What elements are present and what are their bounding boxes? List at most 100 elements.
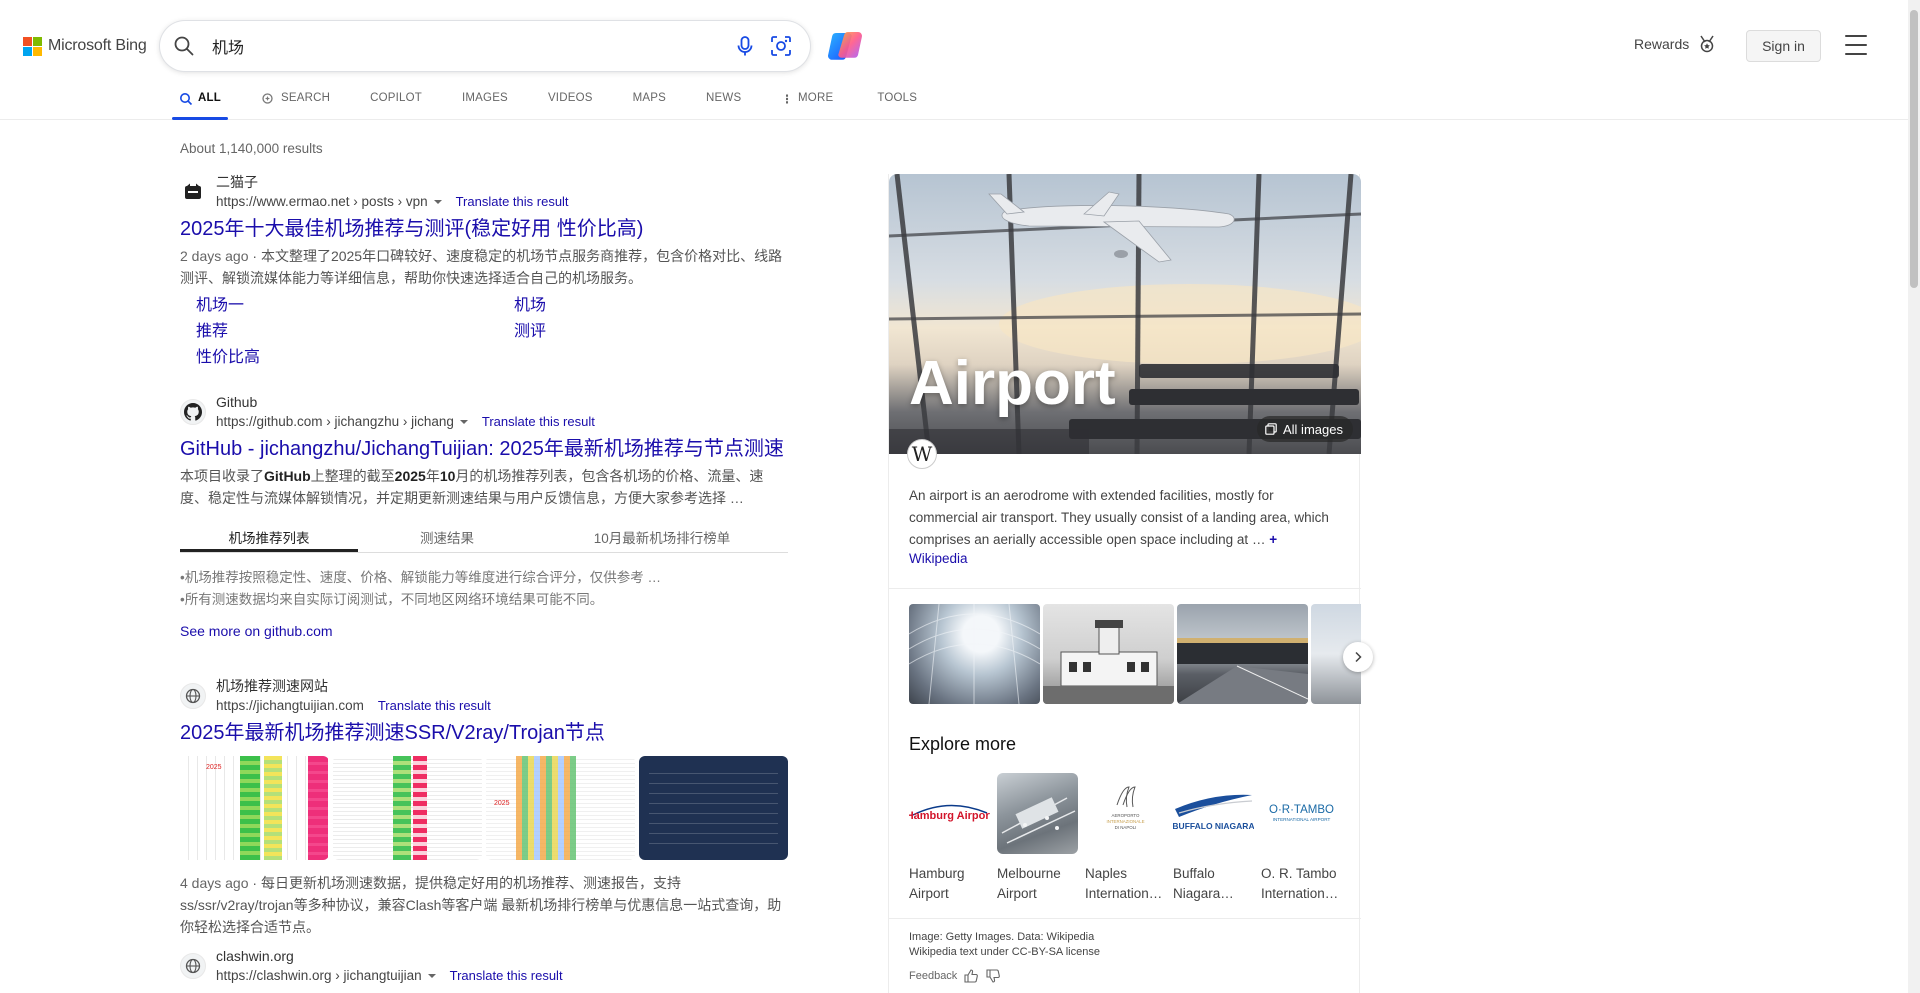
microsoft-logo-icon [23,36,42,56]
site-url[interactable]: https://www.ermao.net › posts › vpn [216,192,428,211]
url-options-caret-icon[interactable] [433,199,442,204]
site-name: 二猫子 [216,174,258,190]
feedback-label[interactable]: Feedback [909,970,957,982]
table-screenshot-thumbnail[interactable] [333,756,482,860]
deep-tab[interactable]: 10月最新机场排行榜单 [536,519,788,552]
deep-tab[interactable]: 机场推荐列表 [180,519,358,552]
all-images-button[interactable]: All images [1257,416,1353,442]
copilot-icon[interactable] [826,27,864,65]
description-text: An airport is an aerodrome with extended… [909,488,1329,547]
result-image-strip: 2025 2025 [180,756,788,860]
tab-tools[interactable]: TOOLS [870,86,924,120]
related-or-tambo[interactable]: O·R·TAMBO INTERNATIONAL AIRPORT O. R. Tam… [1261,773,1342,904]
gallery-image-terminal-interior[interactable] [909,604,1040,704]
microphone-icon[interactable] [732,33,758,59]
see-more-link[interactable]: See more on github.com [180,623,788,639]
search-vertical-tabs: ALL SEARCH COPILOT IMAGES VIDEOS MAPS NE… [172,86,950,120]
result-title-link[interactable]: GitHub - jichangzhu/JichangTuijian: 2025… [180,436,788,462]
svg-text:BUFFALO NIAGARA: BUFFALO NIAGARA [1173,821,1254,831]
expand-description-button[interactable]: + [1269,532,1277,547]
thumbs-down-icon[interactable] [985,968,1001,984]
tab-label: VIDEOS [547,92,593,104]
search-result: 机场推荐测速网站 https://jichangtuijian.com Trans… [180,678,788,938]
sitelink[interactable]: 机场一 [196,296,514,316]
url-options-caret-icon[interactable] [459,419,468,424]
airport-hero-image[interactable]: Airport All images [889,174,1361,454]
tab-more[interactable]: ⋮ MORE [774,86,840,120]
related-hamburg-airport[interactable]: Hamburg Airport Hamburg Airport [909,773,990,904]
tab-news[interactable]: NEWS [699,86,748,120]
rewards-button[interactable]: Rewards [1634,34,1717,54]
page-scrollbar[interactable] [1908,0,1920,993]
url-options-caret-icon[interactable] [427,973,436,978]
tab-label: MAPS [632,92,667,104]
tab-videos[interactable]: VIDEOS [541,86,600,120]
divider [889,588,1361,589]
search-input[interactable] [212,34,662,58]
related-buffalo-niagara[interactable]: BUFFALO NIAGARA Buffalo Niagara… [1173,773,1254,904]
result-bullets: •机场推荐按照稳定性、速度、价格、解锁能力等维度进行综合评分，仅供参考 … •所… [180,567,788,611]
sitelink[interactable]: 测评 [514,322,804,342]
svg-text:DI NAPOLI: DI NAPOLI [1115,825,1137,830]
svg-text:INTERNAZIONALE: INTERNAZIONALE [1106,819,1144,824]
sitelink[interactable]: 性价比高 [196,348,514,368]
github-favicon-icon [180,399,206,425]
translate-link[interactable]: Translate this result [482,412,595,431]
snippet-text: 每日更新机场测速数据，提供稳定好用的机场推荐、测速报告，支持ss/ssr/v2r… [180,875,782,935]
translate-link[interactable]: Translate this result [456,192,569,211]
search-icon [180,93,193,106]
related-name: Naples Internation… [1085,866,1163,901]
globe-favicon-icon [180,683,206,709]
sign-in-button[interactable]: Sign in [1746,30,1821,62]
result-title-link[interactable]: 2025年十大最佳机场推荐与测评(稳定好用 性价比高) [180,216,788,242]
tab-copilot[interactable]: COPILOT [363,86,429,120]
snippet-bold: GitHub [264,468,311,484]
result-title-link[interactable]: 2025年最新机场推荐测速SSR/V2ray/Trojan节点 [180,720,788,746]
snippet-text: 上整理的截至 [310,468,395,484]
hamburg-airport-logo: Hamburg Airport [909,773,990,854]
tab-label: COPILOT [370,92,422,104]
snippet-bold: 2025 [394,468,426,484]
visual-search-icon[interactable] [768,33,794,59]
related-melbourne-airport[interactable]: Melbourne Airport [997,773,1078,904]
translate-link[interactable]: Translate this result [450,966,563,985]
result-source: clashwin.org https://clashwin.org › jich… [180,948,788,984]
related-entities: Hamburg Airport Hamburg Airport Melbourn… [909,773,1342,904]
knowledge-panel: Airport All images W An airport is an ae… [888,174,1373,993]
tab-images[interactable]: IMAGES [455,86,515,120]
search-result: 二猫子 https://www.ermao.net › posts › vpn T… [180,174,788,368]
dark-table-thumbnail[interactable] [639,756,788,860]
gallery-image-historic-terminal[interactable] [1043,604,1174,704]
site-url[interactable]: https://clashwin.org › jichangtuijian [216,966,422,985]
site-url[interactable]: https://jichangtuijian.com [216,696,364,715]
tab-search[interactable]: SEARCH [254,86,337,120]
deep-tab[interactable]: 测速结果 [358,519,536,552]
hamburger-menu-icon[interactable] [1845,35,1867,55]
search-icon[interactable] [172,34,196,58]
tab-label: NEWS [706,92,742,104]
site-url[interactable]: https://github.com › jichangzhu › jichan… [216,412,454,431]
result-snippet: 4 days ago · 每日更新机场测速数据，提供稳定好用的机场推荐、测速报告… [180,875,782,935]
melbourne-airport-aerial-image [997,773,1078,854]
sitelinks: 机场一 机场 推荐 测评 性价比高 [196,296,788,368]
sitelink[interactable]: 机场 [514,296,804,316]
sitelink[interactable]: 推荐 [196,322,514,342]
result-source: 二猫子 https://www.ermao.net › posts › vpn T… [180,174,788,210]
wikipedia-logo-icon[interactable]: W [907,439,937,469]
translate-link[interactable]: Translate this result [378,696,491,715]
tab-maps[interactable]: MAPS [626,86,673,120]
thumbs-up-icon[interactable] [963,968,979,984]
tab-all[interactable]: ALL [172,86,228,120]
table-screenshot-thumbnail[interactable]: 2025 [180,756,329,860]
table-screenshot-thumbnail[interactable]: 2025 [486,756,635,860]
scrollbar-thumb[interactable] [1910,10,1918,288]
image-gallery [909,604,1361,704]
gallery-next-chevron-icon[interactable] [1343,642,1373,672]
bing-logo[interactable]: Microsoft Bing [23,35,147,57]
wikipedia-source-link[interactable]: Wikipedia [909,551,968,566]
result-deep-tabs: 机场推荐列表 测速结果 10月最新机场排行榜单 [180,519,788,553]
related-name: O. R. Tambo Internation… [1261,866,1339,901]
gallery-image-modern-terminal[interactable] [1177,604,1308,704]
related-naples-airport[interactable]: AEROPORTO INTERNAZIONALE DI NAPOLI Naples … [1085,773,1166,904]
result-date: 2 days ago [180,248,249,264]
